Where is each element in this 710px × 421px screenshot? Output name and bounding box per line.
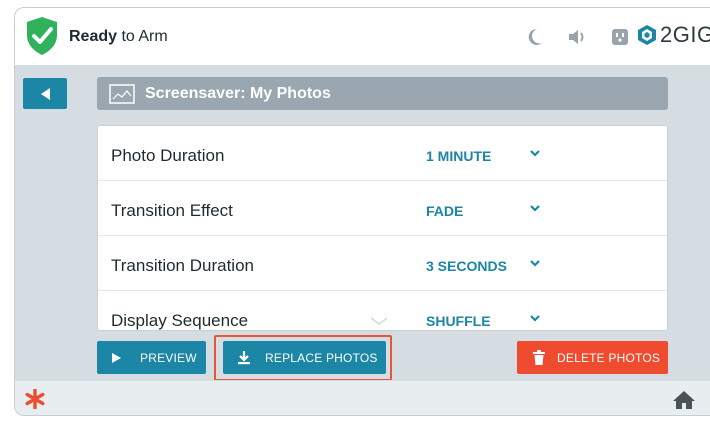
setting-value[interactable]: FADE <box>426 203 463 219</box>
replace-photos-button[interactable]: REPLACE PHOTOS <box>223 341 386 374</box>
bottom-bar <box>15 380 710 415</box>
panel-frame: Ready to Arm 2GIG Screensaver: My Photos… <box>14 7 710 416</box>
setting-row-display-sequence[interactable]: Display Sequence SHUFFLE <box>98 291 667 330</box>
setting-label: Transition Effect <box>111 201 233 220</box>
status-bar: Ready to Arm 2GIG <box>15 8 710 66</box>
image-icon <box>109 83 135 104</box>
home-icon[interactable] <box>672 390 696 410</box>
delete-photos-label: DELETE PHOTOS <box>557 350 661 365</box>
status-icons <box>527 26 629 48</box>
settings-list: Photo Duration 1 MINUTE Transition Effec… <box>97 125 668 331</box>
setting-label: Transition Duration <box>111 256 254 275</box>
speaker-icon[interactable] <box>567 28 587 46</box>
chevron-down-icon[interactable] <box>530 205 540 212</box>
arm-status-rest: to Arm <box>117 28 168 45</box>
page-title-bar: Screensaver: My Photos <box>97 77 668 110</box>
shield-check-icon <box>27 17 57 55</box>
arm-status-bold: Ready <box>69 28 118 45</box>
outlet-icon[interactable] <box>611 28 629 46</box>
back-button[interactable] <box>23 78 67 109</box>
trash-icon <box>533 350 545 365</box>
setting-value[interactable]: SHUFFLE <box>426 313 491 329</box>
setting-label: Display Sequence <box>111 311 249 330</box>
chevron-down-icon[interactable] <box>530 150 540 157</box>
play-icon <box>112 352 121 363</box>
scroll-chevron-icon <box>370 317 388 325</box>
preview-button[interactable]: PREVIEW <box>97 341 206 374</box>
brand-logo: 2GIG <box>637 22 710 48</box>
page-title: Screensaver: My Photos <box>145 84 331 102</box>
chevron-down-icon[interactable] <box>530 260 540 267</box>
setting-label: Photo Duration <box>111 146 225 165</box>
brand-cube-icon <box>638 25 656 45</box>
chevron-down-icon[interactable] <box>530 315 540 322</box>
arm-status: Ready to Arm <box>69 28 168 46</box>
replace-photos-label: REPLACE PHOTOS <box>265 350 378 365</box>
preview-label: PREVIEW <box>140 350 197 365</box>
setting-row-transition-duration[interactable]: Transition Duration 3 SECONDS <box>98 236 667 291</box>
delete-photos-button[interactable]: DELETE PHOTOS <box>517 341 668 374</box>
setting-value[interactable]: 1 MINUTE <box>426 148 491 164</box>
download-icon <box>238 351 250 365</box>
back-arrow-icon <box>41 87 50 100</box>
setting-value[interactable]: 3 SECONDS <box>426 258 507 274</box>
setting-row-photo-duration[interactable]: Photo Duration 1 MINUTE <box>98 126 667 181</box>
brand-name: 2GIG <box>660 22 710 47</box>
setting-row-transition-effect[interactable]: Transition Effect FADE <box>98 181 667 236</box>
asterisk-icon[interactable] <box>25 389 45 409</box>
moon-icon[interactable] <box>527 28 543 46</box>
